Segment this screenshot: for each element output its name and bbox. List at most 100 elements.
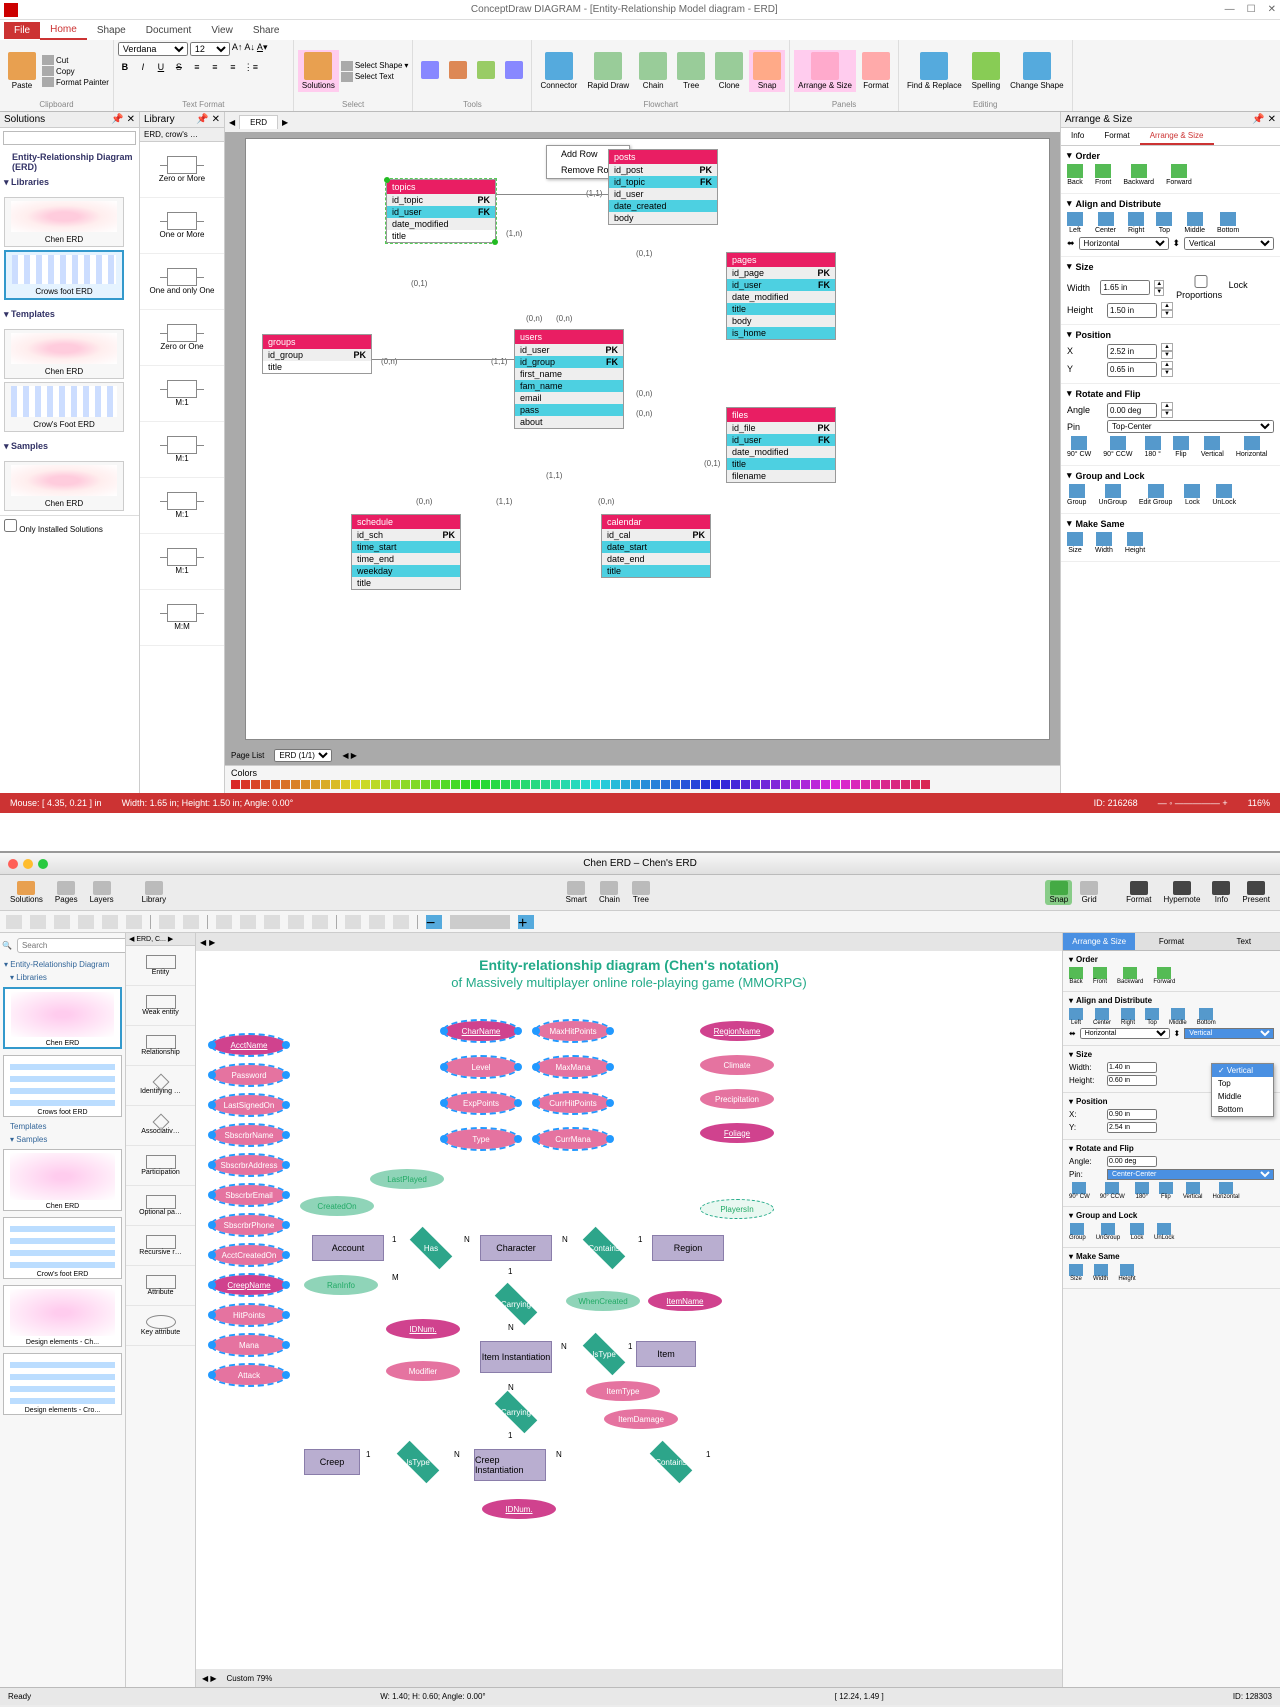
- mac-ungroup[interactable]: UnGroup: [1096, 1223, 1120, 1241]
- rotate-180-button[interactable]: 180 °: [1144, 436, 1160, 458]
- entity-item[interactable]: Item: [636, 1341, 696, 1367]
- attr-exppoints[interactable]: ExpPoints: [444, 1093, 518, 1113]
- select-text-button[interactable]: Select Text: [341, 72, 409, 82]
- color-swatch[interactable]: [331, 780, 340, 789]
- table-schedule[interactable]: scheduleid_schPKtime_starttime_endweekda…: [351, 514, 461, 590]
- align-bottom-button[interactable]: Bottom: [1217, 212, 1239, 234]
- mac-lib-stencil[interactable]: Participation: [126, 1146, 195, 1186]
- thumb-crows-foot[interactable]: Crows foot ERD: [4, 250, 124, 300]
- color-swatch[interactable]: [651, 780, 660, 789]
- mac-canvas-next-icon[interactable]: ▶: [209, 938, 215, 947]
- attr-idnum[interactable]: IDNum.: [386, 1319, 460, 1339]
- color-swatch[interactable]: [481, 780, 490, 789]
- attr-whencreated[interactable]: WhenCreated: [566, 1291, 640, 1311]
- attr-sbscrbrname[interactable]: SbscrbrName: [212, 1125, 286, 1145]
- copy-button[interactable]: Copy: [42, 66, 109, 76]
- tree-button[interactable]: Tree: [673, 50, 709, 92]
- mac-lib-stencil[interactable]: Identifying …: [126, 1066, 195, 1106]
- mac-sample-dechen[interactable]: Design elements - Ch...: [3, 1285, 122, 1347]
- rel-istype2[interactable]: IsType: [388, 1449, 448, 1475]
- align-left-button[interactable]: Left: [1067, 212, 1083, 234]
- color-swatch[interactable]: [721, 780, 730, 789]
- attr-lastsigned[interactable]: LastSignedOn: [212, 1095, 286, 1115]
- mac-rotate-cw[interactable]: 90° CW: [1069, 1182, 1090, 1200]
- entity-character[interactable]: Character: [480, 1235, 552, 1261]
- attr-creepname[interactable]: CreepName: [212, 1275, 286, 1295]
- color-swatch[interactable]: [271, 780, 280, 789]
- attr-idnum2[interactable]: IDNum.: [482, 1499, 556, 1519]
- tool-text-icon[interactable]: [445, 59, 471, 83]
- maximize-icon[interactable]: ☐: [1247, 4, 1256, 15]
- mac-lib-stencil[interactable]: Optional pa…: [126, 1186, 195, 1226]
- align-top-button[interactable]: Top: [1156, 212, 1172, 234]
- attr-hitpoints[interactable]: HitPoints: [212, 1305, 286, 1325]
- bullets-icon[interactable]: ⋮≡: [244, 60, 258, 74]
- distribute-horiz-select[interactable]: Horizontal: [1079, 237, 1169, 250]
- library-tab[interactable]: ERD, crow's …: [140, 128, 224, 142]
- align-right-button[interactable]: Right: [1128, 212, 1144, 234]
- color-swatch[interactable]: [371, 780, 380, 789]
- color-swatch[interactable]: [311, 780, 320, 789]
- line-tool-icon[interactable]: [102, 915, 118, 929]
- zoom-out-icon[interactable]: [345, 915, 361, 929]
- attr-maxmana[interactable]: MaxMana: [536, 1057, 610, 1077]
- color-swatch[interactable]: [761, 780, 770, 789]
- bold-button[interactable]: B: [118, 60, 132, 74]
- height-input[interactable]: [1107, 303, 1157, 318]
- rel-istype[interactable]: IsType: [574, 1341, 634, 1367]
- mac-tree-templates[interactable]: Templates: [0, 1120, 125, 1133]
- zoom-slider-mac[interactable]: [450, 915, 510, 929]
- color-swatch[interactable]: [431, 780, 440, 789]
- attr-sbscrbremail[interactable]: SbscrbrEmail: [212, 1185, 286, 1205]
- ellipse-tool-icon[interactable]: [78, 915, 94, 929]
- color-swatch[interactable]: [641, 780, 650, 789]
- color-swatch[interactable]: [541, 780, 550, 789]
- zoom-slider[interactable]: — ◦ ————— +: [1158, 798, 1228, 808]
- color-swatch[interactable]: [511, 780, 520, 789]
- distribute-tool-icon[interactable]: [288, 915, 304, 929]
- color-swatch[interactable]: [351, 780, 360, 789]
- rotate-ccw-button[interactable]: 90° CCW: [1103, 436, 1132, 458]
- font-select[interactable]: Verdana: [118, 42, 188, 56]
- mac-rtab-format[interactable]: Format: [1135, 933, 1207, 951]
- color-swatch[interactable]: [251, 780, 260, 789]
- mac-pin-select[interactable]: Center-Center: [1107, 1169, 1274, 1180]
- arrange-size-button[interactable]: Arrange & Size: [794, 50, 856, 92]
- menu-home[interactable]: Home: [40, 21, 87, 40]
- dropdown-middle[interactable]: Middle: [1212, 1090, 1273, 1103]
- font-size-select[interactable]: 12: [190, 42, 230, 56]
- make-same-height-button[interactable]: Height: [1125, 532, 1145, 554]
- menu-view[interactable]: View: [201, 22, 243, 39]
- attr-modifier[interactable]: Modifier: [386, 1361, 460, 1381]
- color-swatch[interactable]: [291, 780, 300, 789]
- zoom-fit-icon[interactable]: [369, 915, 385, 929]
- color-swatch[interactable]: [301, 780, 310, 789]
- dropdown-bottom[interactable]: Bottom: [1212, 1103, 1273, 1116]
- mac-order-front[interactable]: Front: [1093, 967, 1107, 985]
- mac-solutions-button[interactable]: Solutions: [6, 880, 47, 905]
- cut-button[interactable]: Cut: [42, 55, 109, 65]
- color-swatch[interactable]: [671, 780, 680, 789]
- color-swatch[interactable]: [491, 780, 500, 789]
- rect-tool-icon[interactable]: [54, 915, 70, 929]
- pin-icon[interactable]: 📌 ✕: [111, 114, 135, 125]
- color-swatch[interactable]: [601, 780, 610, 789]
- underline-button[interactable]: U: [154, 60, 168, 74]
- mac-same-size[interactable]: Size: [1069, 1264, 1083, 1282]
- lib-stencil[interactable]: Zero or More: [140, 142, 224, 198]
- mac-tree-libs[interactable]: ▾ Libraries: [0, 971, 125, 984]
- color-swatch[interactable]: [521, 780, 530, 789]
- attr-mana[interactable]: Mana: [212, 1335, 286, 1355]
- color-swatch[interactable]: [571, 780, 580, 789]
- mac-align-left[interactable]: Left: [1069, 1008, 1083, 1026]
- mac-tree-button[interactable]: Tree: [628, 880, 654, 905]
- rel-carrying2[interactable]: Carrying: [486, 1399, 546, 1425]
- attr-itemname[interactable]: ItemName: [648, 1291, 722, 1311]
- attr-playersin[interactable]: PlayersIn: [700, 1199, 774, 1219]
- color-swatch[interactable]: [321, 780, 330, 789]
- align-tool-icon[interactable]: [264, 915, 280, 929]
- menu-share[interactable]: Share: [243, 22, 290, 39]
- group-tool-icon[interactable]: [216, 915, 232, 929]
- color-swatch[interactable]: [661, 780, 670, 789]
- align-center-button[interactable]: Center: [1095, 212, 1116, 234]
